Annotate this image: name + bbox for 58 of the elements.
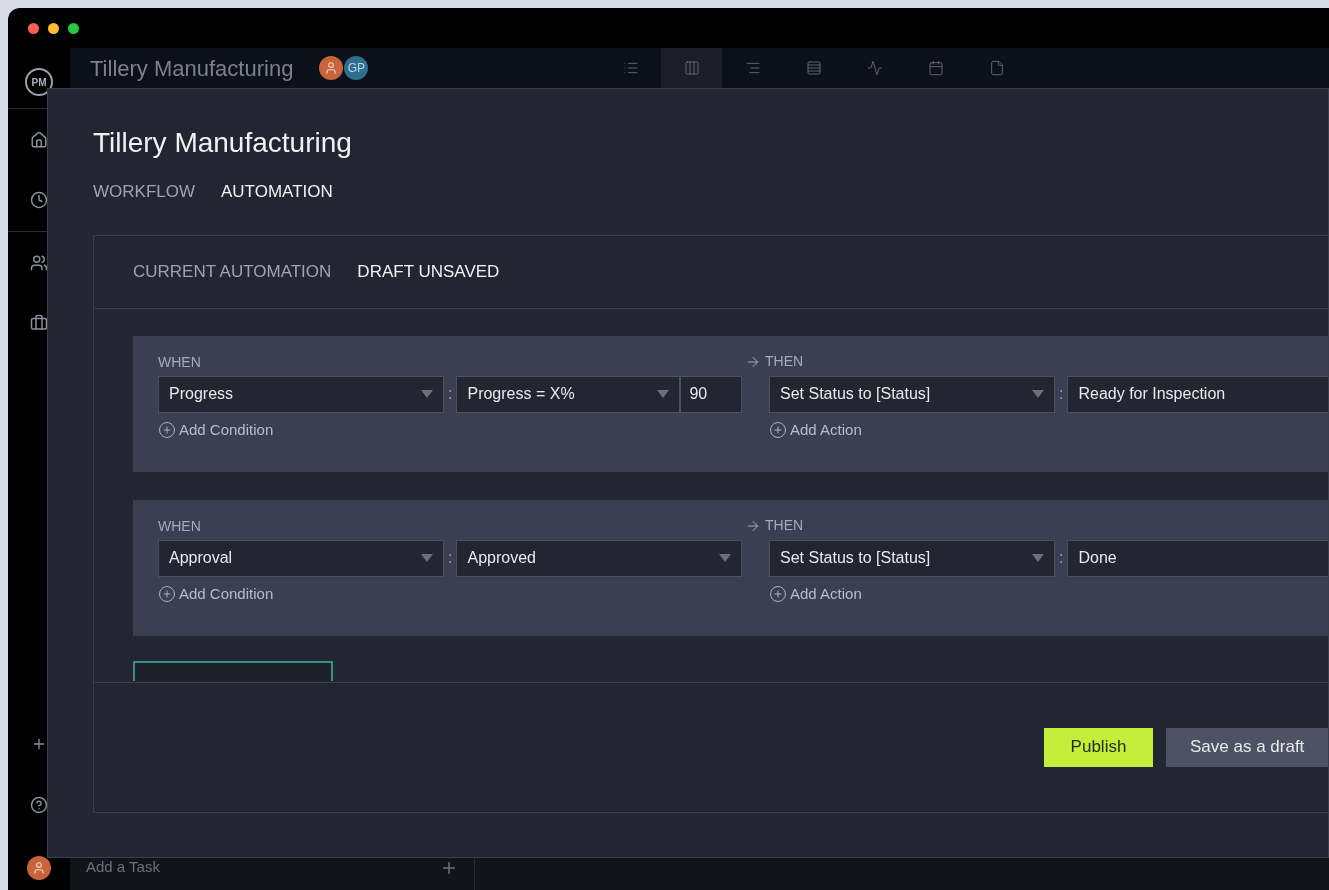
action-dropdown[interactable]: Set Status to [Status] [769,375,1055,413]
condition-dropdown[interactable]: Approved [456,539,743,577]
status-field[interactable]: Ready for Inspection [1067,375,1328,413]
colon-separator: : [447,548,454,568]
then-label: THEN [765,516,804,535]
modal-tab[interactable]: WORKFLOW [93,179,195,205]
person-silhouette-icon [324,61,339,75]
home-icon[interactable] [30,131,48,149]
user-avatar[interactable] [27,856,51,880]
help-icon[interactable] [30,796,48,814]
person-silhouette-icon [32,861,46,875]
board-icon [683,60,700,76]
add-condition-link[interactable]: Add Condition [158,582,274,605]
publish-button[interactable]: Publish [1044,727,1153,767]
add-automation-button[interactable] [133,660,333,681]
member-avatar[interactable]: GP [344,56,369,80]
add-condition-link[interactable]: Add Condition [158,418,274,441]
value-field[interactable]: 90 [680,375,743,413]
caret-icon [1032,554,1044,562]
colon-separator: : [1058,548,1065,568]
list-icon [622,60,639,76]
clock-icon[interactable] [30,191,48,209]
caret-icon [421,390,433,398]
colon-separator: : [1058,384,1065,404]
add-action-link[interactable]: Add Action [769,582,862,605]
plus-circle-icon [769,420,787,439]
save-draft-button[interactable]: Save as a draft [1166,727,1328,767]
caret-icon [657,390,670,398]
colon-separator: : [447,384,454,404]
add-action-link[interactable]: Add Action [769,418,862,441]
plus-circle-icon [158,420,176,439]
caret-icon [719,554,732,562]
member-avatar[interactable] [319,56,344,80]
caret-icon [421,554,433,562]
gantt-icon [744,60,761,76]
table-icon [805,60,822,76]
people-icon[interactable] [30,254,48,272]
plus-circle-icon [769,584,787,603]
calendar-icon [927,60,944,76]
pulse-icon [866,60,883,76]
action-dropdown[interactable]: Set Status to [Status] [769,539,1055,577]
trigger-dropdown[interactable]: Progress [158,375,444,413]
caret-icon [1032,390,1044,398]
trigger-dropdown[interactable]: Approval [158,539,444,577]
when-label: WHEN [158,352,202,372]
status-field[interactable]: Done [1067,539,1328,577]
file-icon [988,60,1005,76]
briefcase-icon[interactable] [30,314,48,332]
plus-circle-icon [158,584,176,603]
project-title: Tillery Manufacturing [90,54,294,83]
modal-title: Tillery Manufacturing [93,126,353,160]
when-label: WHEN [158,516,202,536]
add-icon[interactable] [31,736,47,752]
then-label: THEN [765,352,804,371]
version-tab[interactable]: DRAFT UNSAVED [357,258,500,285]
version-tab[interactable]: CURRENT AUTOMATION [133,258,332,285]
modal-tab[interactable]: AUTOMATION [221,179,333,205]
condition-dropdown[interactable]: Progress = X% [456,375,681,413]
